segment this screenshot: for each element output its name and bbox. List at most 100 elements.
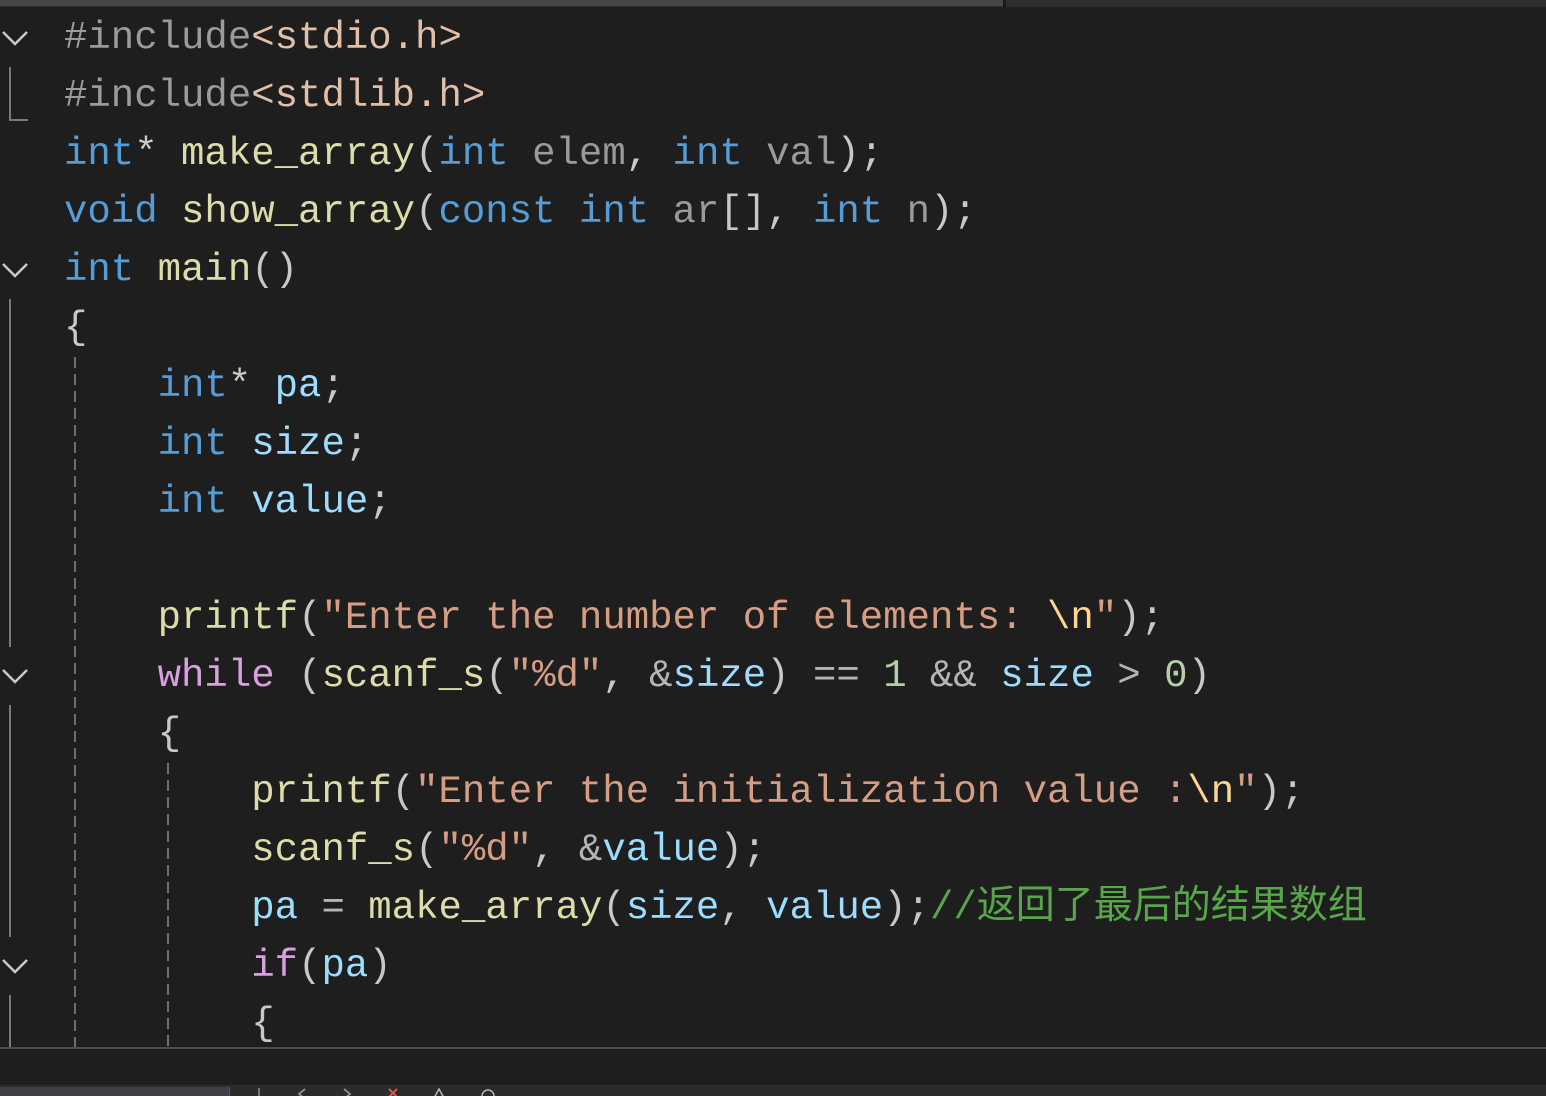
code-line[interactable]: printf("Enter the number of elements: \n… — [0, 589, 1546, 647]
chevron-down-icon[interactable] — [0, 9, 40, 67]
fold-gutter — [0, 415, 40, 473]
code-line[interactable]: int size; — [0, 415, 1546, 473]
code-line[interactable]: { — [0, 299, 1546, 357]
code-line[interactable]: scanf_s("%d", &value); — [0, 821, 1546, 879]
operator-token: == — [812, 654, 860, 698]
punct-token: ( — [391, 770, 416, 814]
code-text: #include<stdio.h> — [64, 9, 462, 67]
code-line[interactable]: { — [0, 705, 1546, 763]
local-token: pa — [321, 944, 369, 988]
fold-gutter — [0, 763, 40, 821]
fold-line-icon — [9, 473, 11, 531]
operator-token: > — [1117, 654, 1141, 698]
punct-token: { — [251, 1002, 275, 1046]
function-token: scanf_s — [321, 654, 486, 698]
punct-token: ( — [485, 654, 509, 698]
chevron-down-icon[interactable] — [0, 647, 40, 705]
code-line[interactable] — [0, 531, 1546, 589]
code-line[interactable]: #include<stdio.h> — [0, 9, 1546, 67]
include-path-token: <stdlib.h> — [251, 74, 486, 118]
indent-guide — [74, 357, 76, 1047]
keyword-token: int — [157, 364, 228, 408]
punct-token: ( — [415, 828, 439, 872]
param-token: val — [766, 132, 837, 176]
warning-icon[interactable] — [432, 1088, 446, 1096]
function-token: scanf_s — [251, 828, 416, 872]
punct-token: ); — [719, 828, 767, 872]
include-path-token: <stdio.h> — [251, 16, 462, 60]
code-text: { — [64, 705, 181, 763]
fold-line-icon — [9, 415, 11, 473]
code-line[interactable]: int* pa; — [0, 357, 1546, 415]
preprocessor-token: #include — [64, 16, 252, 60]
error-icon[interactable] — [386, 1088, 402, 1096]
circle-icon[interactable] — [480, 1088, 496, 1096]
zoom-level-box[interactable] — [0, 1087, 230, 1096]
code-line[interactable]: int value; — [0, 473, 1546, 531]
code-line[interactable]: { — [0, 995, 1546, 1047]
keyword-token: void — [64, 190, 158, 234]
code-text: int* make_array(int elem, int val); — [64, 125, 883, 183]
top-bar-divider — [1003, 0, 1006, 7]
number-token: 1 — [883, 654, 907, 698]
keyword-token: const — [438, 190, 556, 234]
code-line[interactable]: void show_array(const int ar[], int n); — [0, 183, 1546, 241]
code-editor[interactable]: #include<stdio.h> #include<stdlib.h> int* … — [0, 7, 1546, 1047]
punct-token: ); — [836, 132, 884, 176]
fold-line-icon — [9, 531, 11, 589]
fold-line-icon — [9, 357, 11, 415]
editor-status-row — [0, 1085, 1546, 1096]
code-line[interactable]: int* make_array(int elem, int val); — [0, 125, 1546, 183]
code-text: if(pa) — [64, 937, 391, 995]
keyword-token: int — [438, 132, 509, 176]
punct-token: ( — [298, 596, 322, 640]
punct-token: { — [157, 712, 182, 756]
function-token: main — [157, 248, 252, 292]
chevron-down-icon[interactable] — [0, 241, 40, 299]
comment-token: //返回了最后的结果数组 — [930, 886, 1367, 930]
punct-token: ( — [298, 654, 322, 698]
punct-token: ( — [415, 190, 439, 234]
operator-token: && — [930, 654, 977, 698]
code-line[interactable]: if(pa) — [0, 937, 1546, 995]
chevron-down-icon[interactable] — [0, 937, 40, 995]
code-line[interactable]: pa = make_array(size, value);//返回了最后的结果数… — [0, 879, 1546, 937]
code-text: scanf_s("%d", &value); — [64, 821, 766, 879]
control-token: while — [157, 654, 275, 698]
operator-token: & — [649, 654, 673, 698]
code-line[interactable]: int main() — [0, 241, 1546, 299]
code-line[interactable]: #include<stdlib.h> — [0, 67, 1546, 125]
forward-arrow-icon[interactable] — [341, 1088, 353, 1096]
number-token: 0 — [1164, 654, 1188, 698]
control-token: if — [251, 944, 299, 988]
local-token: size — [1000, 654, 1094, 698]
punct-token: , — [602, 654, 650, 698]
param-token: elem — [532, 132, 626, 176]
back-arrow-icon[interactable] — [296, 1088, 308, 1096]
param-token: n — [906, 190, 931, 234]
vertical-separator — [258, 1088, 260, 1096]
function-token: printf — [157, 596, 299, 640]
keyword-token: int — [157, 422, 228, 466]
code-line[interactable]: printf("Enter the initialization value :… — [0, 763, 1546, 821]
string-token: " — [1093, 596, 1118, 640]
punct-token: ; — [344, 422, 369, 466]
code-line[interactable]: while (scanf_s("%d", &size) == 1 && size… — [0, 647, 1546, 705]
code-lines[interactable]: #include<stdio.h> #include<stdlib.h> int* … — [0, 9, 1546, 1047]
local-token: size — [672, 654, 767, 698]
punct-token: { — [64, 306, 88, 350]
keyword-token: int — [672, 132, 743, 176]
punct-token: ( — [602, 886, 626, 930]
fold-gutter — [0, 183, 40, 241]
